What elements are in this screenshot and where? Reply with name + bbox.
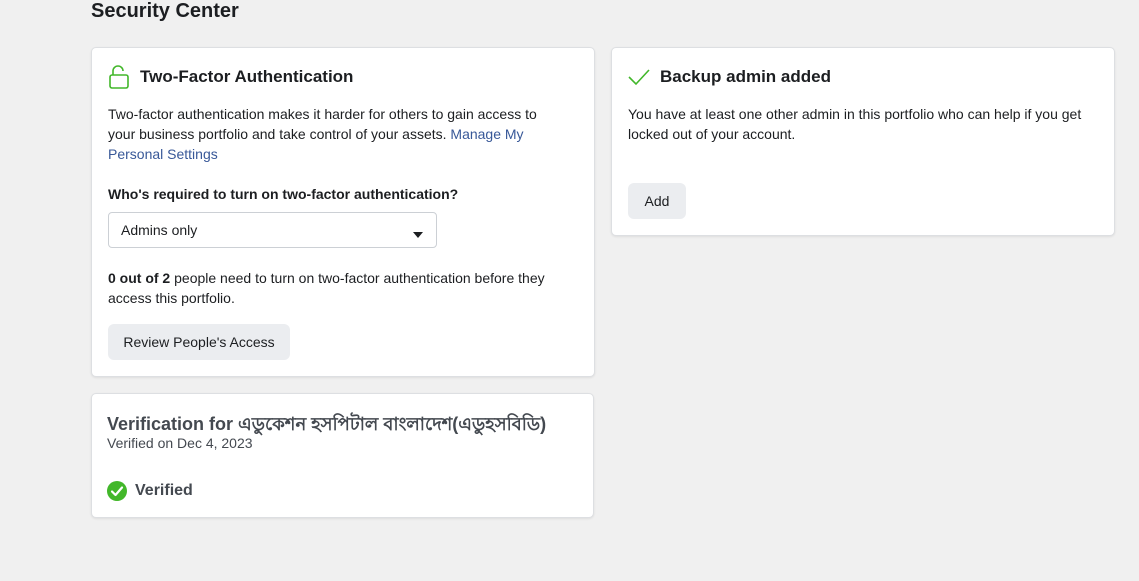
verified-label: Verified	[135, 482, 193, 499]
two-factor-heading: Two-Factor Authentication	[140, 67, 354, 86]
check-circle-icon	[107, 481, 127, 501]
two-factor-card: Two-Factor Authentication Two-factor aut…	[91, 47, 595, 377]
two-factor-requirement-select[interactable]: Admins only	[108, 212, 437, 248]
two-factor-status-count: 0 out of 2	[108, 270, 171, 286]
two-factor-description: Two-factor authentication makes it harde…	[108, 104, 558, 164]
backup-admin-card: Backup admin added You have at least one…	[611, 47, 1115, 236]
backup-admin-header: Backup admin added	[628, 66, 831, 88]
verification-date: Verified on Dec 4, 2023	[107, 435, 253, 451]
caret-down-icon	[412, 226, 424, 238]
page-title: Security Center	[91, 0, 239, 22]
checkmark-icon	[628, 66, 650, 88]
backup-admin-heading: Backup admin added	[660, 67, 831, 86]
two-factor-status: 0 out of 2 people need to turn on two-fa…	[108, 268, 568, 308]
verified-status: Verified	[107, 481, 193, 501]
two-factor-question: Who's required to turn on two-factor aut…	[108, 186, 459, 202]
select-value: Admins only	[121, 222, 198, 238]
unlock-icon	[108, 64, 130, 90]
two-factor-status-text: people need to turn on two-factor authen…	[108, 270, 545, 306]
backup-admin-description: You have at least one other admin in thi…	[628, 106, 1082, 142]
review-peoples-access-button[interactable]: Review People's Access	[108, 324, 290, 360]
two-factor-header: Two-Factor Authentication	[108, 64, 353, 90]
verification-card: Verification for এডুকেশন হসপিটাল বাংলাদে…	[91, 393, 594, 518]
add-admin-button[interactable]: Add	[628, 183, 686, 219]
